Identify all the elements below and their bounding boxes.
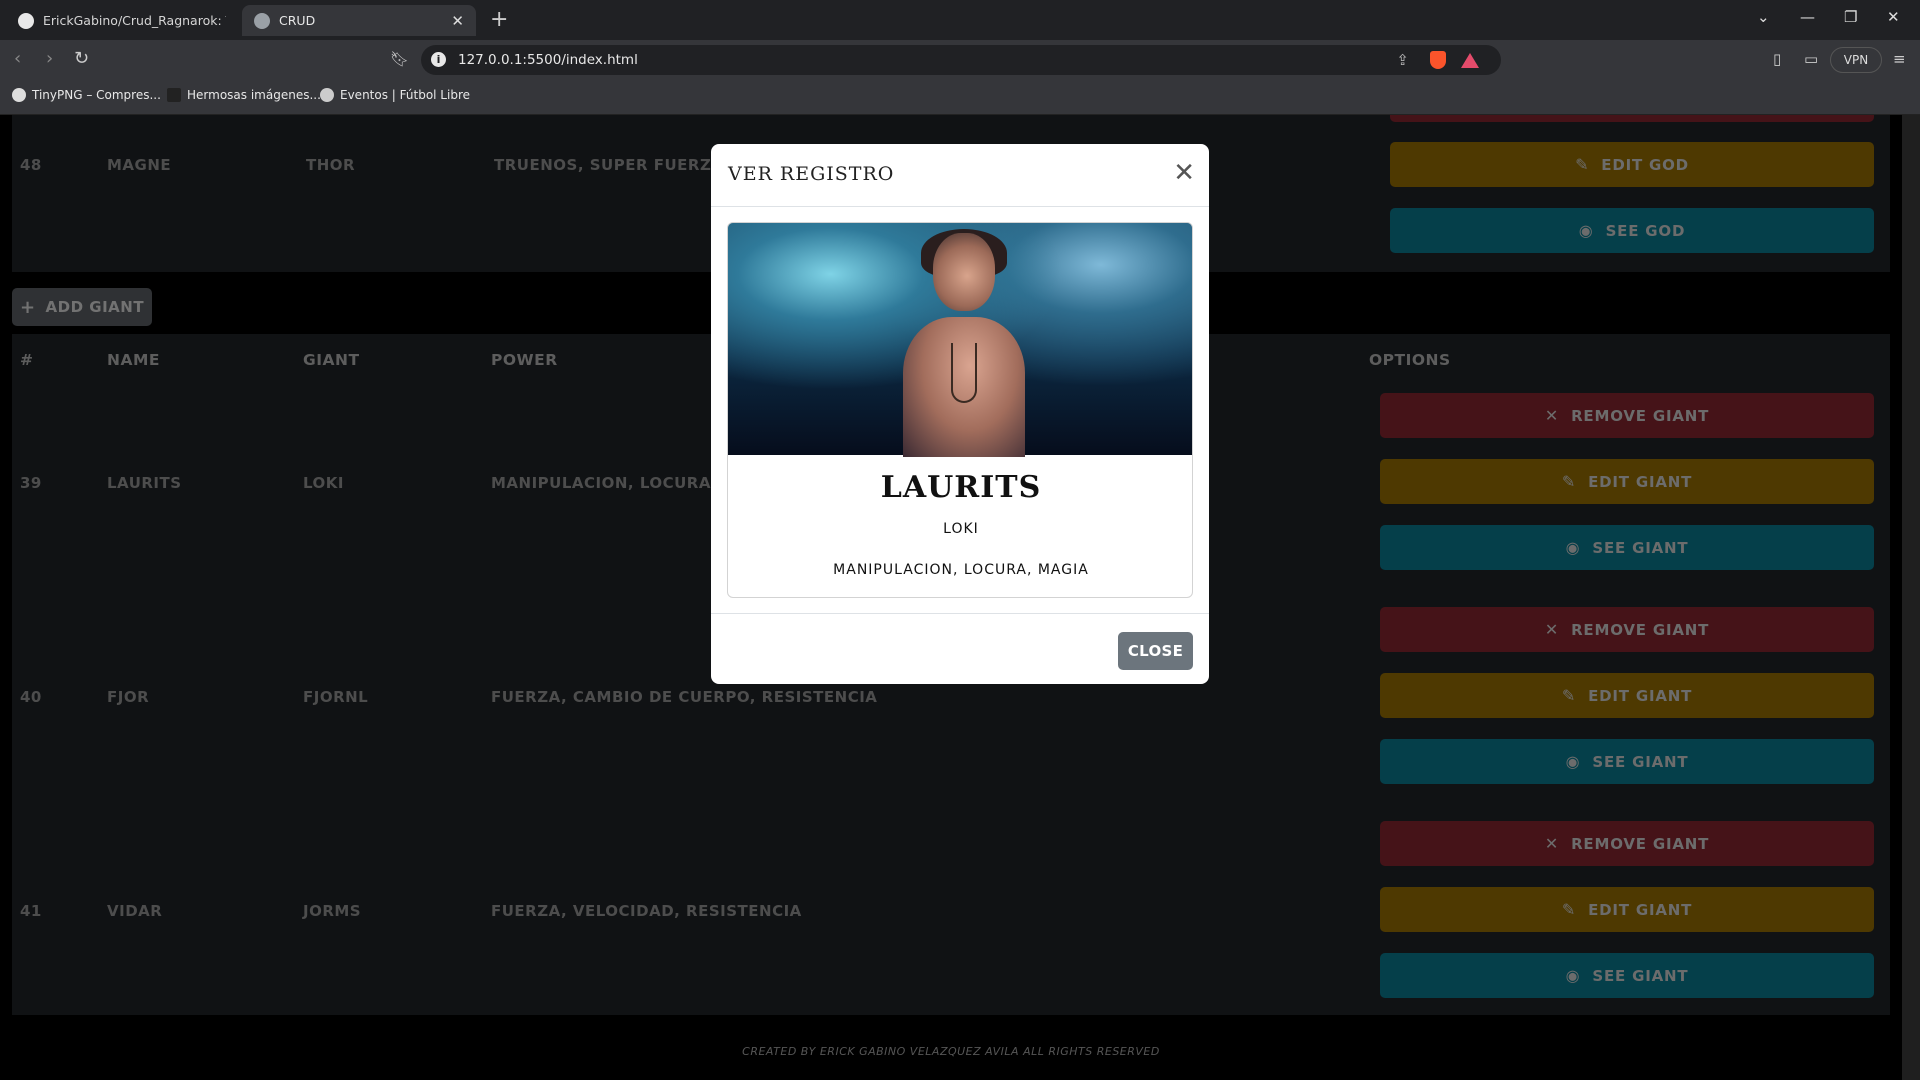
bookmark-eventos[interactable]: Eventos | Fútbol Libre [320, 88, 470, 102]
bookmarks-bar: TinyPNG – Compres... Hermosas imágenes..… [0, 80, 1920, 115]
modal-header-divider [711, 206, 1209, 207]
close-button-label: CLOSE [1127, 642, 1184, 660]
record-god: LOKI [943, 521, 979, 537]
tab-search-icon[interactable]: ⌄ [1757, 8, 1770, 26]
modal-footer-divider [711, 613, 1209, 614]
panda-icon [12, 88, 26, 102]
github-icon [18, 12, 34, 29]
soccer-ball-icon [320, 88, 334, 102]
view-record-modal: VER REGISTRO ✕ LAURITS LOKI MANIPULACION… [711, 144, 1209, 684]
image-icon [167, 88, 181, 102]
modal-close-icon[interactable]: ✕ [1173, 158, 1195, 188]
record-power: MANIPULACION, LOCURA, MAGIA [833, 562, 1089, 578]
globe-icon [254, 12, 270, 29]
record-name: LAURITS [880, 470, 1042, 505]
bookmark-tinypng[interactable]: TinyPNG – Compres... [12, 88, 161, 102]
close-tab-icon[interactable]: ✕ [451, 12, 464, 30]
sidebar-icon[interactable]: ▯ [1773, 50, 1781, 68]
wallet-icon[interactable]: ▭ [1804, 50, 1818, 68]
bookmark-label: Eventos | Fútbol Libre [340, 88, 470, 102]
tab-title: CRUD [279, 13, 316, 28]
browser-chrome: ErickGabino/Crud_Ragnarok: This is CRUD … [0, 0, 1920, 115]
restore-icon[interactable]: ❐ [1844, 8, 1857, 26]
record-card: LAURITS LOKI MANIPULACION, LOCURA, MAGIA [727, 222, 1193, 598]
share-icon[interactable]: ⇪ [1396, 51, 1409, 69]
new-tab-icon[interactable]: + [490, 7, 508, 32]
figure-necklace [951, 343, 977, 403]
figure-head [933, 233, 995, 311]
url-text: 127.0.0.1:5500/index.html [458, 52, 638, 68]
menu-icon[interactable]: ≡ [1893, 50, 1906, 68]
close-button[interactable]: CLOSE [1118, 632, 1193, 670]
info-icon[interactable]: i [431, 52, 446, 67]
character-figure [903, 229, 1025, 457]
brave-shield-icon[interactable] [1430, 51, 1446, 69]
page-viewport: 48 MAGNE THOR TRUENOS, SUPER FUERZA Y R … [0, 115, 1920, 1080]
modal-title: VER REGISTRO [728, 163, 895, 185]
address-bar[interactable]: i 127.0.0.1:5500/index.html ⇪ [421, 45, 1501, 75]
close-window-icon[interactable]: ✕ [1887, 8, 1900, 26]
tab-strip: ErickGabino/Crud_Ragnarok: This is CRUD … [0, 0, 1920, 40]
brave-rewards-icon[interactable] [1461, 53, 1479, 68]
page-scrollbar[interactable] [1902, 115, 1920, 1080]
tab-github[interactable]: ErickGabino/Crud_Ragnarok: This is [6, 5, 238, 36]
bookmark-hermosas[interactable]: Hermosas imágenes... [167, 88, 321, 102]
reload-icon[interactable]: ↻ [74, 48, 89, 69]
tab-crud[interactable]: CRUD ✕ [242, 5, 476, 36]
bookmark-label: Hermosas imágenes... [187, 88, 321, 102]
forward-icon[interactable]: › [46, 48, 53, 69]
minimize-icon[interactable]: — [1800, 8, 1815, 26]
bookmark-icon[interactable]: 🔖︎ [390, 50, 409, 68]
browser-toolbar: ‹ › ↻ 🔖︎ i 127.0.0.1:5500/index.html ⇪ ▯… [0, 40, 1920, 80]
vpn-label: VPN [1843, 53, 1869, 67]
bookmark-label: TinyPNG – Compres... [32, 88, 161, 102]
vpn-button[interactable]: VPN [1830, 47, 1882, 73]
character-photo [728, 223, 1192, 457]
tab-title: ErickGabino/Crud_Ragnarok: This is [43, 13, 226, 28]
back-icon[interactable]: ‹ [14, 48, 21, 69]
